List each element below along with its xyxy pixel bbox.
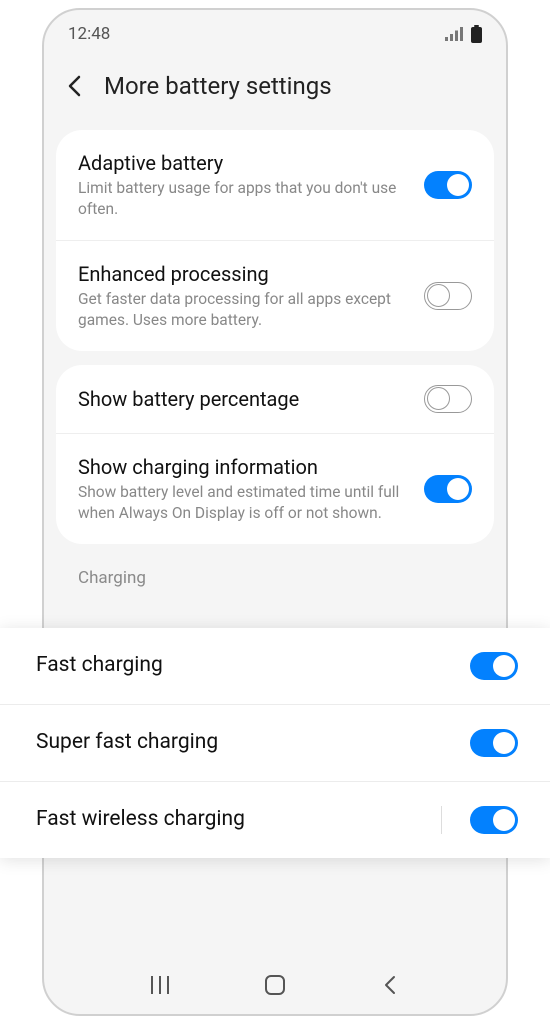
adaptive-battery-title: Adaptive battery [78,150,410,176]
fast-charging-row[interactable]: Fast charging [0,628,550,704]
fast-charging-toggle[interactable] [470,652,518,680]
signal-icon [445,27,463,41]
show-percentage-toggle[interactable] [424,385,472,413]
fast-wireless-charging-toggle[interactable] [470,806,518,834]
show-charging-info-title: Show charging information [78,454,410,480]
charging-overlay: Fast charging Super fast charging Fast w… [0,628,550,858]
show-percentage-row[interactable]: Show battery percentage [56,365,494,433]
fast-wireless-charging-title: Fast wireless charging [36,806,427,833]
recents-button[interactable] [146,971,174,999]
chevron-left-icon [67,75,81,97]
enhanced-processing-row[interactable]: Enhanced processing Get faster data proc… [56,240,494,351]
status-time: 12:48 [68,24,110,44]
enhanced-processing-desc: Get faster data processing for all apps … [78,289,410,331]
super-fast-charging-title: Super fast charging [36,729,456,756]
fast-wireless-charging-row[interactable]: Fast wireless charging [0,781,550,858]
back-button[interactable] [62,74,86,98]
enhanced-processing-toggle[interactable] [424,282,472,310]
adaptive-battery-desc: Limit battery usage for apps that you do… [78,178,410,220]
settings-group-1: Adaptive battery Limit battery usage for… [56,130,494,351]
home-button[interactable] [261,971,289,999]
show-charging-info-toggle[interactable] [424,475,472,503]
phone-frame: 12:48 More battery settings Adaptive [42,8,508,1016]
show-charging-info-desc: Show battery level and estimated time un… [78,482,410,524]
status-icons [445,25,482,43]
page-header: More battery settings [44,52,506,120]
charging-section-label: Charging [44,558,506,588]
settings-group-2: Show battery percentage Show charging in… [56,365,494,544]
divider [441,806,442,834]
adaptive-battery-row[interactable]: Adaptive battery Limit battery usage for… [56,130,494,240]
show-charging-info-row[interactable]: Show charging information Show battery l… [56,433,494,544]
battery-icon [471,25,482,43]
super-fast-charging-toggle[interactable] [470,729,518,757]
show-percentage-title: Show battery percentage [78,386,410,412]
super-fast-charging-row[interactable]: Super fast charging [0,704,550,781]
nav-back-button[interactable] [376,971,404,999]
adaptive-battery-toggle[interactable] [424,171,472,199]
navigation-bar [44,956,506,1014]
chevron-left-icon [383,975,397,995]
fast-charging-title: Fast charging [36,652,456,679]
enhanced-processing-title: Enhanced processing [78,261,410,287]
page-title: More battery settings [104,72,332,100]
recents-icon [150,976,170,994]
home-icon [264,974,286,996]
status-bar: 12:48 [44,10,506,52]
